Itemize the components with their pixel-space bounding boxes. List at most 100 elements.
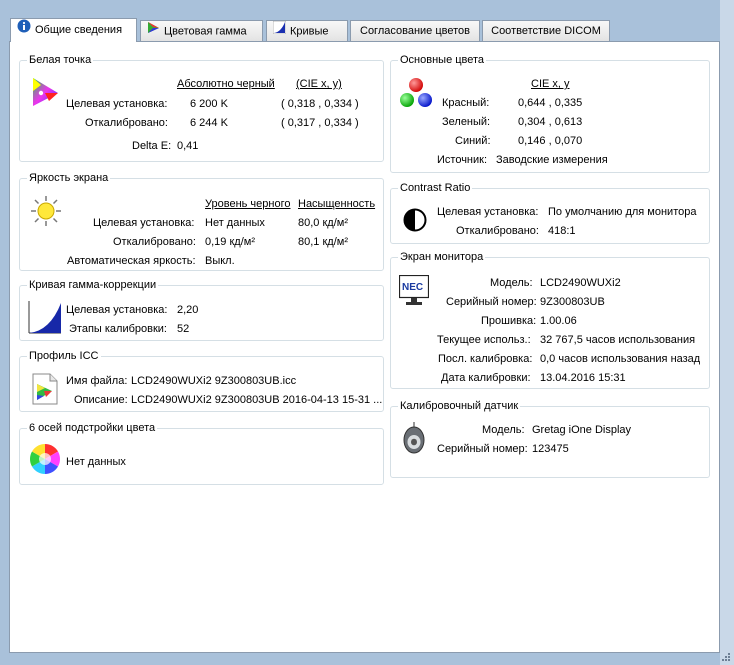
serial-label: Серийный номер: bbox=[446, 296, 537, 308]
source-label: Источник: bbox=[437, 154, 488, 166]
last-calibration-value: 0,0 часов использования назад bbox=[540, 353, 701, 365]
model-value: LCD2490WUXi2 bbox=[540, 277, 621, 289]
target-label: Целевая установка: bbox=[66, 304, 168, 316]
tab-gamut[interactable]: Цветовая гамма bbox=[140, 20, 263, 41]
group-title: Экран монитора bbox=[398, 251, 486, 264]
steps-value: 52 bbox=[177, 323, 190, 335]
target-value: 2,20 bbox=[177, 304, 199, 316]
target-saturation: 80,0 кд/м² bbox=[298, 217, 348, 229]
chromaticity-icon bbox=[31, 77, 59, 110]
calibrated-label: Откалибровано: bbox=[456, 225, 539, 237]
monitor-brand: NEC bbox=[402, 282, 424, 293]
tab-curves[interactable]: Кривые bbox=[266, 20, 348, 41]
gamma-group: Кривая гамма-коррекции Целевая установка… bbox=[19, 279, 384, 341]
red-label: Красный: bbox=[442, 97, 490, 109]
gamma-curve-icon bbox=[28, 300, 62, 337]
target-label: Целевая установка: bbox=[66, 98, 168, 110]
white-point-group: Белая точка Абсолютно черный (CIE x, y) … bbox=[19, 54, 384, 162]
brightness-group: Яркость экрана Уровень черного Насыщенно… bbox=[19, 172, 384, 271]
firmware-label: Прошивка: bbox=[481, 315, 537, 327]
usage-value: 32 767,5 часов использования bbox=[540, 334, 696, 346]
tab-label: Соответствие DICOM bbox=[491, 25, 601, 37]
source-value: Заводские измерения bbox=[496, 154, 608, 166]
tab-general[interactable]: Общие сведения bbox=[10, 18, 137, 42]
last-calibration-label: Посл. калибровка: bbox=[438, 353, 533, 365]
file-name-label: Имя файла: bbox=[66, 375, 128, 387]
col-header-saturation: Насыщенность bbox=[298, 198, 376, 210]
group-title: Яркость экрана bbox=[27, 172, 111, 185]
target-temp: 6 200 K bbox=[190, 98, 228, 110]
tab-label: Цветовая гамма bbox=[164, 25, 247, 38]
description-value: LCD2490WUXi2 9Z300803UB 2016-04-13 15-31… bbox=[131, 394, 383, 406]
six-axis-value: Нет данных bbox=[66, 456, 126, 468]
col-header-black-level: Уровень черного bbox=[205, 198, 291, 210]
rgb-primaries-icon bbox=[399, 77, 433, 112]
file-name-value: LCD2490WUXi2 9Z300803UB.icc bbox=[131, 375, 297, 387]
tab-dicom[interactable]: Соответствие DICOM bbox=[482, 20, 610, 41]
calibrated-cie: ( 0,317 , 0,334 ) bbox=[281, 117, 359, 129]
auto-brightness-label: Автоматическая яркость: bbox=[67, 255, 196, 267]
primaries-group: Основные цвета CIE x, y Красный: 0,644 ,… bbox=[390, 54, 710, 173]
gamut-triangle-icon bbox=[147, 21, 160, 42]
calibrated-value: 418:1 bbox=[548, 225, 576, 237]
green-value: 0,304 , 0,613 bbox=[518, 116, 583, 128]
sensor-model-value: Gretag iOne Display bbox=[532, 424, 632, 436]
group-title: Кривая гамма-коррекции bbox=[27, 279, 159, 292]
curve-icon bbox=[272, 20, 287, 42]
calibration-date-label: Дата калибровки: bbox=[441, 372, 531, 384]
sensor-group: Калибровочный датчик Модель: Gretag iOne… bbox=[390, 400, 710, 478]
calibrated-label: Откалибровано: bbox=[85, 117, 168, 129]
icc-profile-group: Профиль ICC Имя файла: LCD2490WUXi2 9Z30… bbox=[19, 350, 384, 412]
tab-label: Кривые bbox=[290, 25, 329, 38]
calibrated-label: Откалибровано: bbox=[113, 236, 196, 248]
tab-label: Общие сведения bbox=[35, 23, 123, 36]
target-label: Целевая установка: bbox=[437, 206, 539, 218]
sensor-serial-label: Серийный номер: bbox=[437, 443, 528, 455]
green-label: Зеленый: bbox=[442, 116, 491, 128]
calibrated-black: 0,19 кд/м² bbox=[205, 236, 255, 248]
description-label: Описание: bbox=[74, 394, 128, 406]
contrast-icon bbox=[403, 208, 427, 235]
target-label: Целевая установка: bbox=[93, 217, 195, 229]
serial-value: 9Z300803UB bbox=[540, 296, 605, 308]
color-wheel-icon bbox=[29, 443, 61, 478]
icc-file-icon bbox=[32, 373, 58, 408]
firmware-value: 1.00.06 bbox=[540, 315, 577, 327]
blue-label: Синий: bbox=[455, 135, 491, 147]
model-label: Модель: bbox=[490, 277, 533, 289]
group-title: Основные цвета bbox=[398, 54, 487, 67]
col-header-black-body: Абсолютно черный bbox=[177, 78, 275, 90]
group-title: Белая точка bbox=[27, 54, 94, 67]
col-header-cie: (CIE x, y) bbox=[296, 78, 342, 90]
resize-grip-icon[interactable] bbox=[720, 651, 730, 661]
colorimeter-icon bbox=[402, 422, 426, 459]
delta-e-label: Delta E: bbox=[132, 140, 172, 152]
blue-value: 0,146 , 0,070 bbox=[518, 135, 583, 147]
delta-e-value: 0,41 bbox=[177, 140, 199, 152]
tab-label: Согласование цветов bbox=[360, 25, 470, 37]
target-cie: ( 0,318 , 0,334 ) bbox=[281, 98, 359, 110]
monitor-group: Экран монитора NEC Модель: LCD2490WUXi2 … bbox=[390, 251, 710, 389]
target-value: По умолчанию для монитора bbox=[548, 206, 697, 218]
steps-label: Этапы калибровки: bbox=[69, 323, 167, 335]
general-info-panel: Белая точка Абсолютно черный (CIE x, y) … bbox=[9, 41, 720, 653]
window-right-edge bbox=[720, 0, 734, 665]
auto-brightness-value: Выкл. bbox=[205, 255, 235, 267]
calibrated-saturation: 80,1 кд/м² bbox=[298, 236, 348, 248]
group-title: Профиль ICC bbox=[27, 350, 101, 363]
sun-icon bbox=[30, 195, 62, 230]
info-icon bbox=[17, 19, 31, 41]
six-axis-group: 6 осей подстройки цвета Нет данных bbox=[19, 422, 384, 485]
red-value: 0,644 , 0,335 bbox=[518, 97, 583, 109]
sensor-serial-value: 123475 bbox=[532, 443, 569, 455]
tab-color-matching[interactable]: Согласование цветов bbox=[350, 20, 480, 41]
col-header-cie: CIE x, y bbox=[531, 78, 570, 90]
group-title: 6 осей подстройки цвета bbox=[27, 422, 158, 435]
target-black: Нет данных bbox=[205, 217, 265, 229]
calibrated-temp: 6 244 K bbox=[190, 117, 228, 129]
contrast-group: Contrast Ratio Целевая установка: По умо… bbox=[390, 182, 710, 244]
calibration-date-value: 13.04.2016 15:31 bbox=[540, 372, 626, 384]
sensor-model-label: Модель: bbox=[482, 424, 525, 436]
group-title: Contrast Ratio bbox=[398, 182, 473, 195]
usage-label: Текущее использ.: bbox=[437, 334, 531, 346]
